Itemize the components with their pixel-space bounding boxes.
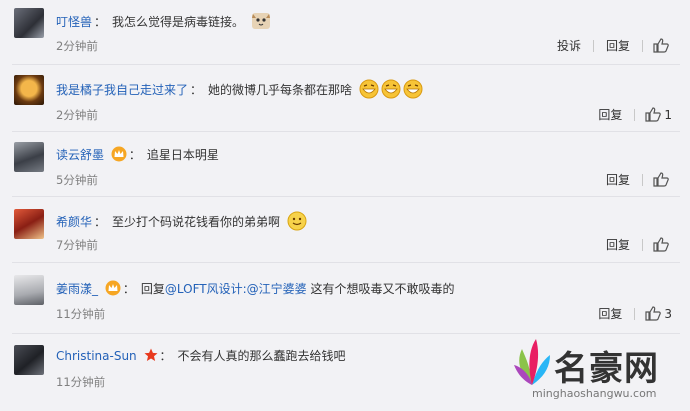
- watermark-url: minghaoshangwu.com: [532, 387, 657, 400]
- avatar[interactable]: [14, 8, 44, 38]
- cat-emoji-icon: [251, 12, 271, 33]
- like-button[interactable]: [653, 38, 672, 53]
- separator: ：: [94, 15, 107, 29]
- thumbs-up-icon: [645, 107, 662, 122]
- watermark-name: 名豪网: [554, 349, 659, 389]
- comment-item: 希颜华： 至少打个码说花钱看你的弟弟啊 7分钟前 回复: [0, 197, 690, 265]
- timestamp: 2分钟前: [56, 108, 98, 122]
- divider: [592, 39, 594, 52]
- separator: ：: [94, 215, 107, 229]
- comment-text: 至少打个码说花钱看你的弟弟啊: [112, 215, 281, 229]
- divider: [642, 173, 643, 186]
- separator: ：: [128, 148, 141, 162]
- divider: [634, 108, 636, 121]
- like-count: 3: [664, 306, 672, 321]
- watermark: 名豪网 minghaoshangwu.com: [510, 335, 670, 407]
- thumbs-up-icon: [645, 306, 662, 321]
- separator: ：: [159, 349, 172, 363]
- vip-crown-icon: [105, 280, 121, 299]
- username-link[interactable]: Christina-Sun: [56, 349, 137, 363]
- thumbs-up-icon: [653, 172, 669, 187]
- like-button[interactable]: 3: [645, 306, 672, 321]
- laughing-emoji-icon: [359, 79, 423, 102]
- timestamp: 5分钟前: [56, 173, 98, 187]
- reply-button[interactable]: 回复: [596, 106, 624, 123]
- reply-prefix: 回复: [140, 282, 165, 296]
- comment-item: 姜雨漾_ ：回复@LOFT风设计:@江宁婆婆 这有个想吸毒又不敢吸毒的 11分钟…: [0, 263, 690, 331]
- avatar[interactable]: [14, 209, 44, 239]
- like-count: 1: [664, 107, 672, 122]
- thumbs-up-icon: [653, 237, 669, 252]
- comment-item: 叮怪兽： 我怎么觉得是病毒链接。 2分钟前 投诉 回复: [0, 0, 690, 68]
- avatar[interactable]: [14, 75, 44, 105]
- thumbs-up-icon: [653, 38, 669, 53]
- timestamp: 11分钟前: [56, 375, 106, 389]
- reply-button[interactable]: 回复: [604, 171, 632, 188]
- comment-text: 追星日本明星: [146, 148, 219, 162]
- timestamp: 11分钟前: [56, 307, 106, 321]
- timestamp: 2分钟前: [56, 39, 98, 53]
- smile-emoji-icon: [287, 211, 307, 234]
- comment-text: 我怎么觉得是病毒链接。: [112, 15, 245, 29]
- comment-text: 她的微博几乎每条都在那啥: [208, 83, 353, 97]
- avatar[interactable]: [14, 142, 44, 172]
- divider: [634, 307, 636, 320]
- star-badge-icon: [144, 348, 158, 365]
- avatar[interactable]: [14, 345, 44, 375]
- username-link[interactable]: 叮怪兽: [56, 15, 92, 29]
- divider: [642, 238, 643, 251]
- like-button[interactable]: 1: [645, 107, 672, 122]
- mention-link[interactable]: @LOFT风设计:@江宁婆婆: [165, 282, 307, 296]
- like-button[interactable]: [653, 172, 672, 187]
- comment-text: 不会有人真的那么蠢跑去给钱吧: [177, 349, 346, 363]
- username-link[interactable]: 我是橘子我自己走过来了: [56, 83, 188, 97]
- avatar[interactable]: [14, 275, 44, 305]
- reply-button[interactable]: 回复: [596, 305, 624, 322]
- username-link[interactable]: 希颜华: [56, 215, 92, 229]
- like-button[interactable]: [653, 237, 672, 252]
- username-link[interactable]: 姜雨漾_: [56, 282, 98, 296]
- username-link[interactable]: 读云舒墨: [56, 148, 104, 162]
- separator: ：: [190, 83, 203, 97]
- reply-button[interactable]: 回复: [604, 236, 632, 253]
- comment-item: 读云舒墨 ： 追星日本明星 5分钟前 回复: [0, 132, 690, 200]
- report-button[interactable]: 投诉: [555, 37, 583, 54]
- separator: ：: [122, 282, 135, 296]
- timestamp: 7分钟前: [56, 238, 98, 252]
- watermark-logo-icon: [514, 339, 550, 385]
- divider: [642, 39, 643, 52]
- reply-button[interactable]: 回复: [604, 37, 632, 54]
- vip-crown-icon: [111, 146, 127, 165]
- comment-item: 我是橘子我自己走过来了： 她的微博几乎每条都在那啥 2分钟前 回复 1: [0, 65, 690, 133]
- comment-text: 这有个想吸毒又不敢吸毒的: [306, 282, 455, 296]
